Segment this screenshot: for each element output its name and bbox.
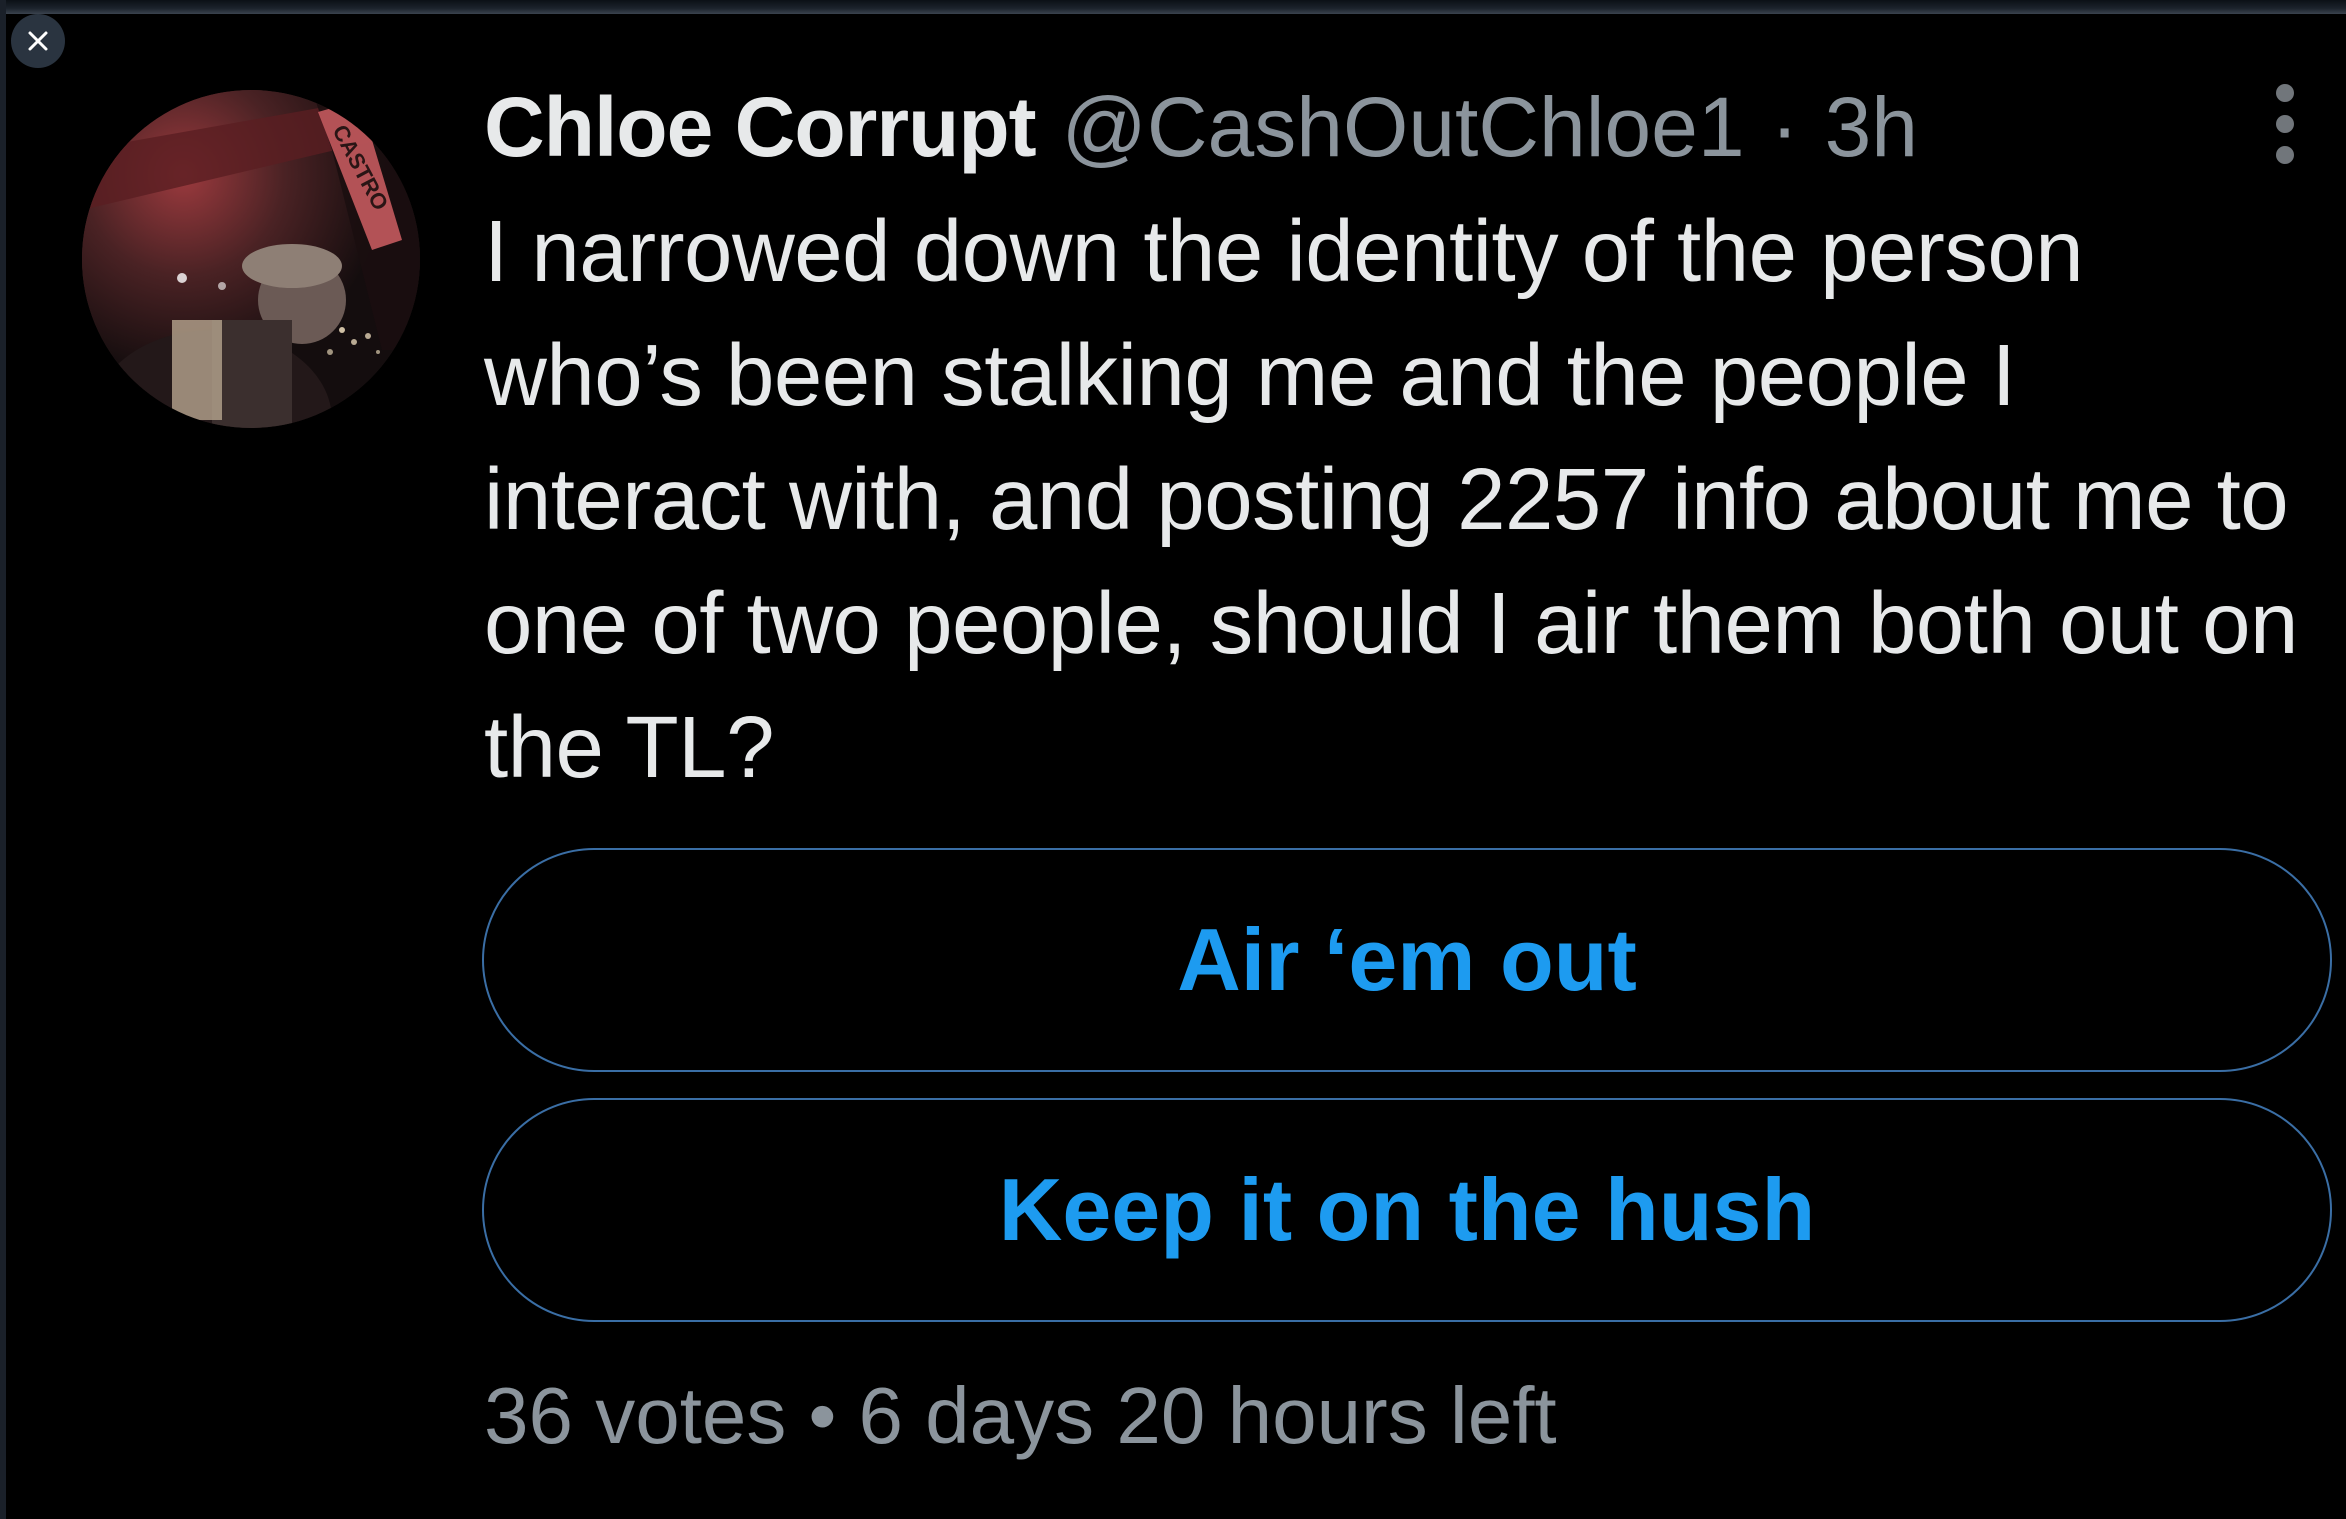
left-border [0,0,6,1519]
close-button[interactable] [11,14,65,68]
media-viewer: CASTRO Chloe Corrupt @CashOutChloe1 · 3h… [0,0,2346,1519]
user-handle[interactable]: @CashOutChloe1 [1062,79,1745,176]
top-border [0,0,2346,14]
more-options-button[interactable] [2260,78,2310,170]
avatar-photo: CASTRO [82,90,420,428]
timestamp[interactable]: 3h [1825,79,1918,176]
time-left: 6 days 20 hours left [858,1371,1557,1460]
poll-option-air-em-out[interactable]: Air ‘em out [482,848,2332,1072]
more-vertical-icon [2276,84,2294,102]
poll-footer: 36 votes • 6 days 20 hours left [484,1370,1557,1462]
avatar[interactable]: CASTRO [82,90,420,428]
close-icon [28,31,48,51]
separator: · [1770,79,1799,174]
dot-separator: • [808,1371,837,1460]
vote-count: 36 votes [484,1371,787,1460]
tweet-header: Chloe Corrupt @CashOutChloe1 · 3h [484,72,1918,182]
poll: Air ‘em out Keep it on the hush [482,848,2332,1348]
poll-option-keep-it-on-the-hush[interactable]: Keep it on the hush [482,1098,2332,1322]
display-name[interactable]: Chloe Corrupt [484,79,1037,176]
tweet-text: I narrowed down the identity of the pers… [484,203,2298,796]
